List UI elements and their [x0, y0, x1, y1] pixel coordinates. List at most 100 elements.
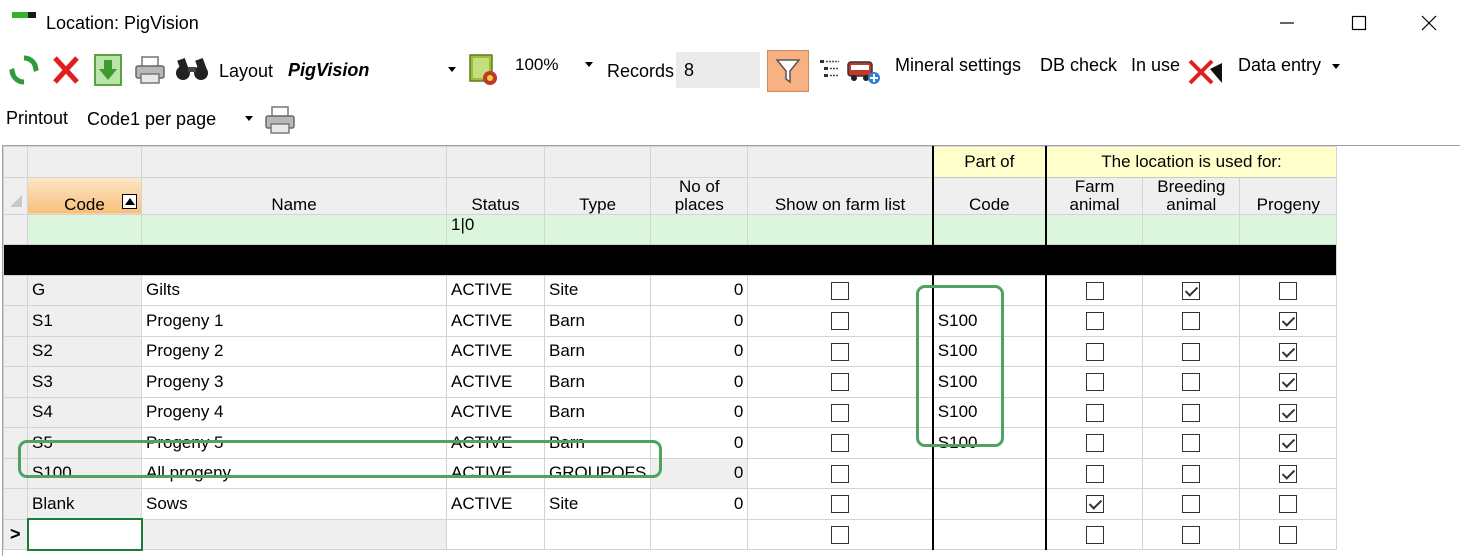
cell-code[interactable]: S2 — [27, 335, 142, 367]
cell-part-code[interactable] — [932, 274, 1047, 306]
cell-places[interactable]: 0 — [650, 488, 749, 520]
cell-status[interactable]: ACTIVE — [446, 366, 545, 398]
data-entry-menu[interactable]: Data entry — [1238, 55, 1341, 76]
cell-code[interactable]: S100 — [27, 457, 142, 489]
cell-code[interactable]: S1 — [27, 305, 142, 337]
cell-type[interactable]: Barn — [543, 366, 652, 398]
minimize-button[interactable] — [1262, 8, 1312, 38]
breeding-animal-checkbox[interactable] — [1182, 464, 1201, 483]
cell-name[interactable]: Gilts — [141, 274, 447, 306]
show-on-farm-list-checkbox[interactable] — [831, 373, 850, 392]
breeding-animal-checkbox[interactable] — [1182, 342, 1201, 361]
breeding-animal-checkbox[interactable] — [1182, 281, 1201, 300]
tree-view-button[interactable] — [812, 52, 848, 88]
cell-type[interactable]: Barn — [543, 305, 652, 337]
row-header[interactable] — [3, 274, 28, 306]
cell-status[interactable]: ACTIVE — [446, 335, 545, 367]
column-header-part-code[interactable]: Code — [932, 176, 1047, 215]
import-button[interactable] — [90, 52, 126, 88]
new-row-progeny-checkbox[interactable] — [1279, 525, 1298, 544]
print-button[interactable] — [132, 52, 168, 88]
cell-type[interactable]: Site — [543, 488, 652, 520]
cell-places[interactable]: 0 — [650, 457, 749, 489]
new-row-name-cell[interactable] — [141, 518, 447, 550]
cell-status[interactable]: ACTIVE — [446, 305, 545, 337]
row-header[interactable] — [3, 396, 28, 428]
table-row[interactable]: Blank Sows ACTIVE Site 0 — [3, 488, 1338, 520]
cell-part-code[interactable] — [932, 457, 1047, 489]
row-header[interactable] — [3, 305, 28, 337]
filter-type[interactable] — [543, 213, 652, 245]
farm-animal-checkbox[interactable] — [1085, 495, 1104, 514]
cell-name[interactable]: Progeny 2 — [141, 335, 447, 367]
cell-code[interactable]: S3 — [27, 366, 142, 398]
mineral-settings-button[interactable]: Mineral settings — [895, 55, 1021, 76]
filter-places[interactable] — [650, 213, 749, 245]
new-row-code-cell[interactable] — [26, 518, 143, 551]
farm-animal-checkbox[interactable] — [1085, 434, 1104, 453]
progeny-checkbox[interactable] — [1279, 403, 1298, 422]
cell-part-code[interactable]: S100 — [932, 305, 1047, 337]
filter-part[interactable] — [932, 213, 1047, 245]
new-row-places-cell[interactable] — [650, 518, 749, 550]
column-header-progeny[interactable]: Progeny — [1239, 176, 1338, 215]
column-header-code[interactable]: Code — [27, 176, 142, 215]
new-row-status-cell[interactable] — [446, 518, 545, 550]
delete-button[interactable] — [48, 52, 84, 88]
cell-code[interactable]: Blank — [27, 488, 142, 520]
row-header[interactable] — [3, 366, 28, 398]
cell-name[interactable]: All progeny — [141, 457, 447, 489]
cell-name[interactable]: Progeny 5 — [141, 427, 447, 459]
row-header[interactable] — [3, 335, 28, 367]
progeny-checkbox[interactable] — [1279, 312, 1298, 331]
cell-code[interactable]: G — [27, 274, 142, 306]
cell-status[interactable]: ACTIVE — [446, 274, 545, 306]
progeny-checkbox[interactable] — [1279, 434, 1298, 453]
table-row[interactable]: S2 Progeny 2 ACTIVE Barn 0 S100 — [3, 335, 1338, 367]
column-header-show-on-farm-list[interactable]: Show on farm list — [747, 176, 934, 215]
breeding-animal-checkbox[interactable] — [1182, 495, 1201, 514]
new-row-show-checkbox[interactable] — [831, 525, 850, 544]
cell-name[interactable]: Progeny 3 — [141, 366, 447, 398]
show-on-farm-list-checkbox[interactable] — [831, 403, 850, 422]
layout-select[interactable]: PigVision — [281, 52, 463, 88]
cell-type[interactable]: Barn — [543, 427, 652, 459]
column-header-farm-animal[interactable]: Farm animal — [1045, 176, 1144, 215]
breeding-animal-checkbox[interactable] — [1182, 403, 1201, 422]
show-on-farm-list-checkbox[interactable] — [831, 281, 850, 300]
column-header-status[interactable]: Status — [446, 176, 545, 215]
in-use-clear-button[interactable] — [1188, 54, 1224, 90]
table-row[interactable]: S3 Progeny 3 ACTIVE Barn 0 S100 — [3, 366, 1338, 398]
farm-animal-checkbox[interactable] — [1085, 464, 1104, 483]
cell-status[interactable]: ACTIVE — [446, 457, 545, 489]
filter-toggle-button[interactable] — [767, 50, 809, 92]
column-header-type[interactable]: Type — [543, 176, 652, 215]
table-row[interactable]: S4 Progeny 4 ACTIVE Barn 0 S100 — [3, 396, 1338, 428]
farm-animal-checkbox[interactable] — [1085, 403, 1104, 422]
breeding-animal-checkbox[interactable] — [1182, 312, 1201, 331]
table-row[interactable]: S100 All progeny ACTIVE GROUPOFS 0 — [3, 457, 1338, 489]
column-header-name[interactable]: Name — [141, 176, 447, 215]
cell-places[interactable]: 0 — [650, 427, 749, 459]
progeny-checkbox[interactable] — [1279, 342, 1298, 361]
row-header[interactable] — [3, 427, 28, 459]
farm-animal-checkbox[interactable] — [1085, 342, 1104, 361]
progeny-checkbox[interactable] — [1279, 464, 1298, 483]
new-row-farm-checkbox[interactable] — [1085, 525, 1104, 544]
cell-places[interactable]: 0 — [650, 305, 749, 337]
column-header-no-of-places[interactable]: No of places — [650, 176, 749, 215]
filter-progeny[interactable] — [1239, 213, 1338, 245]
breeding-animal-checkbox[interactable] — [1182, 434, 1201, 453]
cell-status[interactable]: ACTIVE — [446, 396, 545, 428]
cell-type[interactable]: Barn — [543, 335, 652, 367]
db-check-button[interactable]: DB check — [1040, 55, 1117, 76]
cell-part-code[interactable] — [932, 488, 1047, 520]
cell-places[interactable]: 0 — [650, 366, 749, 398]
cell-part-code[interactable]: S100 — [932, 396, 1047, 428]
filter-farm[interactable] — [1045, 213, 1144, 245]
row-header[interactable] — [3, 457, 28, 489]
new-row-type-cell[interactable] — [543, 518, 652, 550]
cell-status[interactable]: ACTIVE — [446, 488, 545, 520]
cell-name[interactable]: Sows — [141, 488, 447, 520]
table-row[interactable]: S1 Progeny 1 ACTIVE Barn 0 S100 — [3, 305, 1338, 337]
